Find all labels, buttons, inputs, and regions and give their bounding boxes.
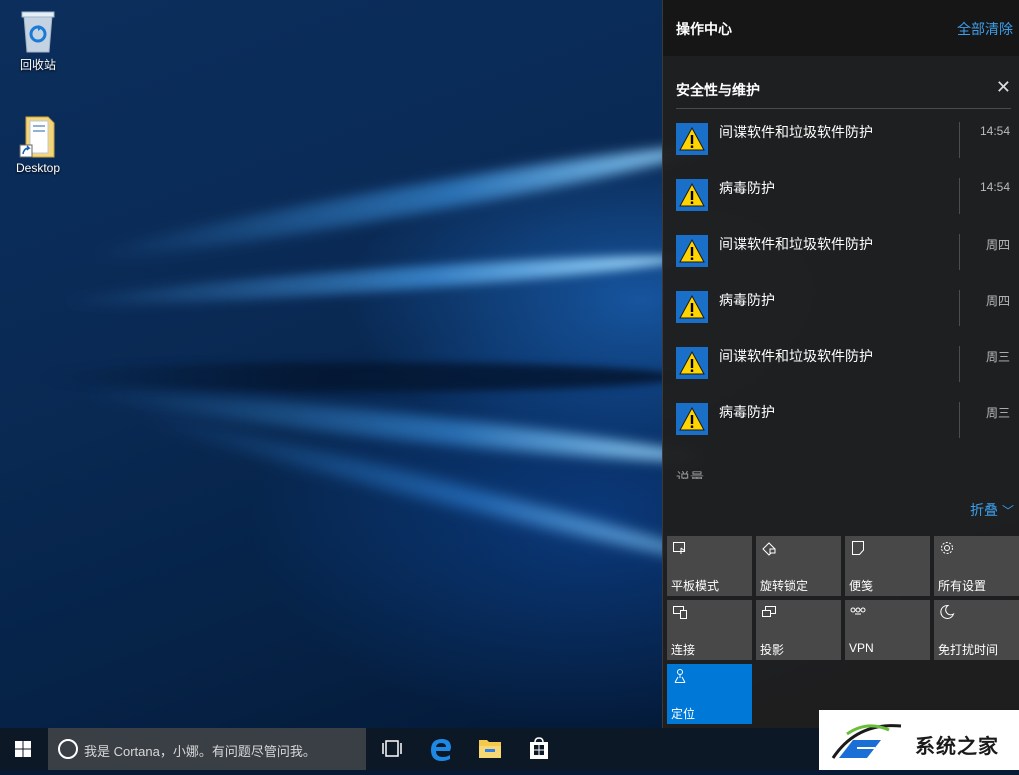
search-placeholder: 我是 Cortana，小娜。有问题尽管问我。 bbox=[84, 744, 316, 759]
notification-group-header: 安全性与维护 ✕ bbox=[676, 68, 1011, 109]
notification-time: 周三 bbox=[985, 350, 1010, 364]
action-center-title: 操作中心 bbox=[676, 21, 732, 37]
notification-item[interactable]: 间谍软件和垃圾软件防护 周四 bbox=[663, 224, 1019, 280]
notification-item[interactable]: 病毒防护 周四 bbox=[663, 280, 1019, 336]
notification-text: 间谍软件和垃圾软件防护 bbox=[719, 236, 873, 252]
clear-all-button[interactable]: 全部清除 bbox=[957, 19, 1013, 39]
rotation-lock-icon bbox=[762, 542, 776, 556]
quick-action-label: 免打扰时间 bbox=[938, 643, 999, 657]
notification-text: 病毒防护 bbox=[719, 404, 775, 420]
wallpaper-light-beam bbox=[60, 248, 681, 314]
action-center-panel: 操作中心 全部清除 安全性与维护 ✕ 间谍软件和垃圾软件防护 14:54 病毒防… bbox=[662, 0, 1019, 728]
notification-text: 病毒防护 bbox=[719, 180, 775, 196]
wallpaper-shadow-band bbox=[40, 362, 680, 392]
quick-action-connect[interactable]: 连接 bbox=[667, 600, 752, 660]
notification-time: 14:54 bbox=[979, 124, 1010, 138]
recycle-bin-icon bbox=[18, 8, 58, 54]
store-icon bbox=[530, 737, 548, 759]
quick-action-label: 所有设置 bbox=[938, 579, 987, 593]
notification-group-title-partial: 说量 bbox=[676, 470, 704, 479]
store-button[interactable] bbox=[515, 728, 563, 770]
quick-action-project[interactable]: 投影 bbox=[756, 600, 841, 660]
folder-shortcut-icon bbox=[18, 113, 58, 159]
collapse-button[interactable]: 折叠 ﹀ bbox=[970, 500, 1014, 520]
note-icon bbox=[852, 541, 864, 555]
notification-time: 周四 bbox=[985, 294, 1010, 308]
notification-divider bbox=[959, 122, 960, 158]
notification-divider bbox=[959, 402, 960, 438]
close-icon[interactable]: ✕ bbox=[996, 78, 1011, 96]
warning-icon bbox=[676, 179, 708, 211]
file-explorer-icon bbox=[479, 740, 501, 758]
notification-text: 间谍软件和垃圾软件防护 bbox=[719, 348, 873, 364]
quick-action-label: 便笺 bbox=[849, 579, 874, 593]
quick-action-label: 旋转锁定 bbox=[760, 579, 809, 593]
notification-item[interactable]: 间谍软件和垃圾软件防护 14:54 bbox=[663, 112, 1019, 168]
desktop-icon-label: Desktop bbox=[15, 161, 61, 175]
settings-gear-icon bbox=[941, 542, 953, 554]
file-explorer-button[interactable] bbox=[466, 728, 514, 770]
desktop-icon-recycle-bin[interactable]: 回收站 bbox=[0, 8, 76, 73]
start-button[interactable] bbox=[0, 728, 46, 770]
warning-icon bbox=[676, 403, 708, 435]
task-view-icon bbox=[382, 740, 402, 757]
notification-item[interactable]: 病毒防护 14:54 bbox=[663, 168, 1019, 224]
cortana-search-box[interactable]: 我是 Cortana，小娜。有问题尽管问我。 bbox=[48, 728, 366, 770]
collapse-label: 折叠 bbox=[969, 502, 998, 518]
warning-icon bbox=[676, 123, 708, 155]
notification-item[interactable]: 病毒防护 周三 bbox=[663, 392, 1019, 448]
quick-action-tablet-mode[interactable]: 平板模式 bbox=[667, 536, 752, 596]
notification-divider bbox=[959, 290, 960, 326]
notification-list: 间谍软件和垃圾软件防护 14:54 病毒防护 14:54 间谍软件和垃圾软件防护… bbox=[663, 112, 1019, 448]
site-watermark: 系统之家 bbox=[819, 710, 1019, 770]
notification-text: 病毒防护 bbox=[719, 292, 775, 308]
quick-action-quiet-hours[interactable]: 免打扰时间 bbox=[934, 600, 1019, 660]
quick-action-vpn[interactable]: VPN bbox=[845, 600, 930, 660]
connect-icon bbox=[673, 606, 687, 619]
notification-time: 周四 bbox=[985, 238, 1010, 252]
quick-action-label: VPN bbox=[849, 641, 874, 655]
warning-icon bbox=[676, 291, 708, 323]
quick-action-all-settings[interactable]: 所有设置 bbox=[934, 536, 1019, 596]
cortana-icon bbox=[58, 739, 78, 759]
notification-text: 间谍软件和垃圾软件防护 bbox=[719, 124, 873, 140]
quick-action-label: 平板模式 bbox=[671, 579, 720, 593]
edge-button[interactable] bbox=[417, 728, 465, 770]
vpn-icon bbox=[850, 607, 866, 615]
warning-icon bbox=[676, 235, 708, 267]
windows-logo-icon bbox=[15, 741, 31, 757]
project-icon bbox=[762, 606, 776, 617]
notification-group-title: 安全性与维护 bbox=[676, 82, 760, 98]
notification-time: 14:54 bbox=[979, 180, 1010, 194]
quick-action-location[interactable]: 定位 bbox=[667, 664, 752, 724]
quiet-hours-moon-icon bbox=[940, 604, 955, 619]
action-center-header: 操作中心 全部清除 bbox=[663, 0, 1019, 56]
quick-action-note[interactable]: 便笺 bbox=[845, 536, 930, 596]
watermark-text: 系统之家 bbox=[915, 736, 999, 758]
quick-action-rotation-lock[interactable]: 旋转锁定 bbox=[756, 536, 841, 596]
notification-divider bbox=[959, 234, 960, 270]
quick-action-label: 连接 bbox=[671, 643, 696, 657]
tablet-mode-icon bbox=[673, 542, 686, 554]
location-icon bbox=[674, 669, 686, 683]
quick-action-label: 定位 bbox=[671, 707, 696, 721]
task-view-button[interactable] bbox=[368, 728, 416, 770]
wallpaper-light-beam bbox=[86, 135, 703, 271]
chevron-down-icon: ﹀ bbox=[1001, 504, 1014, 518]
warning-icon bbox=[676, 347, 708, 379]
notification-item[interactable]: 间谍软件和垃圾软件防护 周三 bbox=[663, 336, 1019, 392]
edge-icon bbox=[431, 739, 451, 761]
desktop-icon-desktop-shortcut[interactable]: Desktop bbox=[0, 113, 76, 175]
watermark-logo-icon bbox=[831, 724, 902, 759]
notification-divider bbox=[959, 178, 960, 214]
notification-divider bbox=[959, 346, 960, 382]
desktop-icon-label: 回收站 bbox=[19, 58, 56, 72]
quick-action-label: 投影 bbox=[760, 643, 785, 657]
notification-time: 周三 bbox=[985, 406, 1010, 420]
